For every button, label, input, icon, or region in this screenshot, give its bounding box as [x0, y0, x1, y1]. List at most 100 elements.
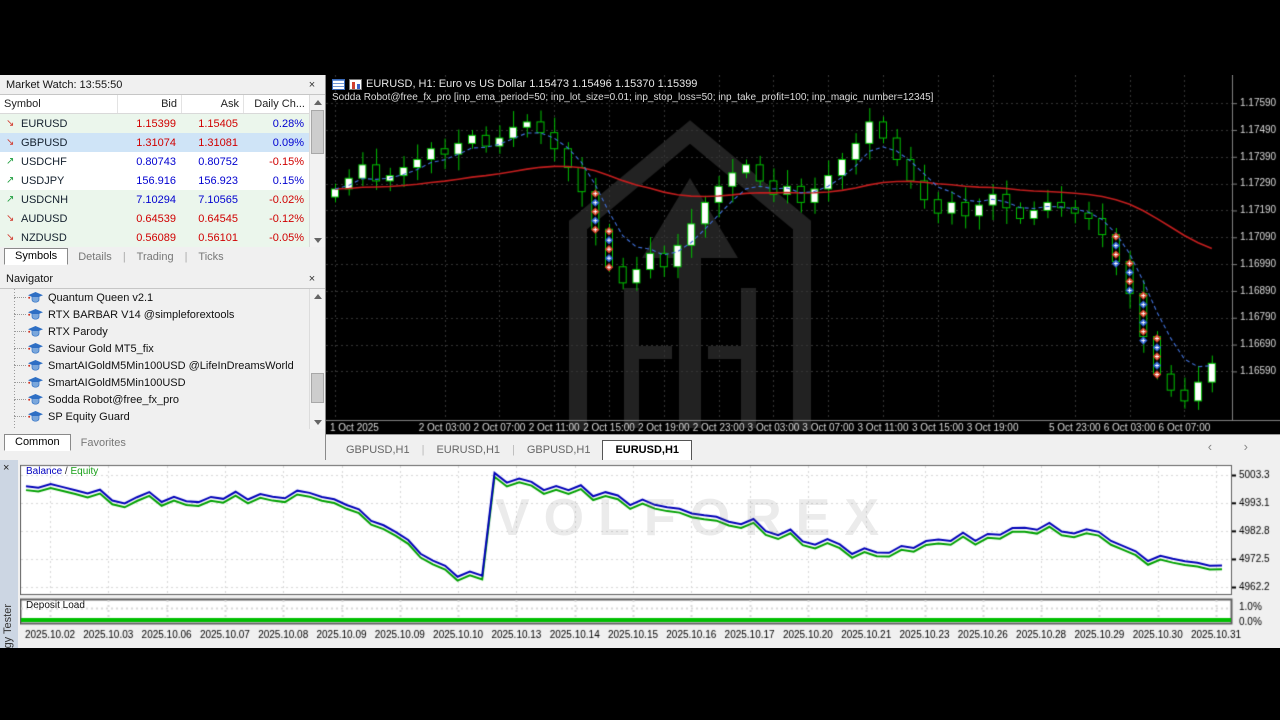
expert-advisor-status: Sodda Robot@free_fx_pro [inp_ema_period=…: [332, 92, 933, 103]
scroll-up-icon[interactable]: [310, 95, 326, 109]
tab-favorites[interactable]: Favorites: [71, 436, 136, 451]
ask-value: 0.80752: [182, 156, 244, 168]
navigator-close-icon[interactable]: ×: [305, 273, 319, 285]
navigator-expert-item[interactable]: SmartAIGoldM5Min100USD @LifeInDreamsWorl…: [0, 357, 325, 374]
market-watch-scrollbar[interactable]: [309, 95, 325, 247]
chart-header: EURUSD, H1: Euro vs US Dollar 1.15473 1.…: [332, 78, 697, 90]
expert-advisor-label: SmartAIGoldM5Min100USD @LifeInDreamsWorl…: [48, 360, 294, 372]
expert-advisor-icon: [28, 292, 43, 304]
navigator-expert-item[interactable]: Quantum Queen v2.1: [0, 289, 325, 306]
tab-ticks[interactable]: Ticks: [188, 250, 233, 265]
scrollbar-thumb[interactable]: [311, 373, 324, 403]
price-chart-canvas[interactable]: [326, 75, 1280, 434]
tree-branch-line: [14, 382, 26, 383]
tree-branch-line: [14, 399, 26, 400]
table-row[interactable]: ↘EURUSD 1.15399 1.15405 0.28%: [0, 114, 325, 133]
scroll-down-icon[interactable]: [310, 415, 325, 429]
table-row[interactable]: ↗USDCHF 0.80743 0.80752 -0.15%: [0, 152, 325, 171]
tab-trading[interactable]: Trading: [127, 250, 184, 265]
navigator-expert-item[interactable]: Sodda Robot@free_fx_pro: [0, 391, 325, 408]
mt5-window: Market Watch: 13:55:50 × Symbol Bid Ask …: [0, 0, 1280, 720]
navigator-expert-item[interactable]: RTX Parody: [0, 323, 325, 340]
scrollbar-thumb[interactable]: [311, 110, 324, 154]
bid-value: 0.56089: [118, 232, 182, 244]
navigator-expert-item[interactable]: RTX BARBAR V14 @simpleforextools: [0, 306, 325, 323]
chart-tab-gbpusd-1[interactable]: GBPUSD,H1: [334, 441, 422, 460]
bid-value: 1.15399: [118, 118, 182, 130]
bid-value: 0.80743: [118, 156, 182, 168]
daily-change-value: -0.12%: [244, 213, 310, 225]
navigator-expert-item[interactable]: SP Equity Guard: [0, 408, 325, 425]
expert-advisor-label: SmartAIGoldM5Min100USD: [48, 377, 186, 389]
ask-value: 7.10565: [182, 194, 244, 206]
column-header-symbol[interactable]: Symbol: [0, 95, 118, 113]
expert-advisor-icon: [28, 309, 43, 321]
market-watch-tabs: Symbols Details | Trading | Ticks: [0, 247, 325, 265]
bid-value: 0.64539: [118, 213, 182, 225]
column-header-daily-change[interactable]: Daily Ch...: [244, 95, 310, 113]
trend-down-icon: ↘: [6, 232, 16, 243]
market-watch-titlebar: Market Watch: 13:55:50 ×: [0, 75, 325, 95]
ask-value: 156.923: [182, 175, 244, 187]
letterbox-bottom: [0, 648, 1280, 720]
legend-balance: Balance: [26, 466, 62, 477]
symbol-label: GBPUSD: [21, 137, 67, 149]
left-panel-column: Market Watch: 13:55:50 × Symbol Bid Ask …: [0, 75, 326, 460]
strategy-tester-panel: × Strategy Tester Balance / Equity Depos…: [0, 460, 1280, 648]
scroll-up-icon[interactable]: [310, 289, 325, 303]
strategy-tester-side-tab[interactable]: × Strategy Tester: [0, 460, 18, 648]
tester-close-icon[interactable]: ×: [3, 462, 9, 474]
symbol-label: NZDUSD: [21, 232, 67, 244]
symbol-label: USDJPY: [21, 175, 64, 187]
column-header-ask[interactable]: Ask: [182, 95, 244, 113]
broker-watermark: VOLFOREX: [495, 488, 893, 548]
table-row[interactable]: ↘AUDUSD 0.64539 0.64545 -0.12%: [0, 209, 325, 228]
chart-tab-eurusd-2-active[interactable]: EURUSD,H1: [602, 440, 692, 460]
deposit-load-label: Deposit Load: [26, 600, 85, 611]
navigator-expert-item[interactable]: SmartAIGoldM5Min100USD: [0, 374, 325, 391]
expert-advisor-icon: [28, 326, 43, 338]
legend-equity: Equity: [70, 466, 98, 477]
trend-down-icon: ↘: [6, 137, 16, 148]
expert-advisor-label: RTX Parody: [48, 326, 108, 338]
market-watch-table: Symbol Bid Ask Daily Ch... ↘ EURUSD 1.153…: [0, 95, 325, 247]
symbol-label: EURUSD: [21, 118, 67, 130]
ask-value: 0.64545: [182, 213, 244, 225]
table-row[interactable]: ↗USDCNH 7.10294 7.10565 -0.02%: [0, 190, 325, 209]
tab-scroll-arrows-icon[interactable]: ‹ ›: [1208, 439, 1262, 454]
navigator-tree: Quantum Queen v2.1 RTX BARBAR V14 @simpl…: [0, 289, 325, 429]
tab-common[interactable]: Common: [4, 434, 71, 451]
scroll-down-icon[interactable]: [310, 233, 326, 247]
table-row[interactable]: ↘GBPUSD 1.31074 1.31081 0.09%: [0, 133, 325, 152]
trend-up-icon: ↗: [6, 156, 16, 167]
column-header-bid[interactable]: Bid: [118, 95, 182, 113]
navigator-scrollbar[interactable]: [309, 289, 325, 429]
expert-advisor-label: SP Equity Guard: [48, 411, 130, 423]
navigator-titlebar: Navigator ×: [0, 269, 325, 289]
symbol-label: USDCNH: [21, 194, 68, 206]
tree-branch-line: [14, 348, 26, 349]
expert-advisor-label: Sodda Robot@free_fx_pro: [48, 394, 179, 406]
price-chart-window: EURUSD, H1: Euro vs US Dollar 1.15473 1.…: [326, 75, 1280, 434]
bid-value: 7.10294: [118, 194, 182, 206]
table-row[interactable]: ↘NZDUSD 0.56089 0.56101 -0.05%: [0, 228, 325, 247]
tab-symbols[interactable]: Symbols: [4, 248, 68, 265]
tab-details[interactable]: Details: [68, 250, 122, 265]
tree-branch-line: [14, 416, 26, 417]
daily-change-value: 0.28%: [244, 118, 310, 130]
trend-down-icon: ↘: [6, 118, 16, 129]
expert-advisor-icon: [28, 394, 43, 406]
market-watch-header-row: Symbol Bid Ask Daily Ch...: [0, 95, 325, 114]
navigator-expert-item[interactable]: Saviour Gold MT5_fix: [0, 340, 325, 357]
chart-tab-eurusd-1[interactable]: EURUSD,H1: [424, 441, 512, 460]
expert-advisor-icon: [28, 360, 43, 372]
ask-value: 1.31081: [182, 137, 244, 149]
symbol-label: USDCHF: [21, 156, 67, 168]
market-watch-close-icon[interactable]: ×: [305, 79, 319, 91]
chart-tab-gbpusd-2[interactable]: GBPUSD,H1: [515, 441, 603, 460]
table-row[interactable]: ↗USDJPY 156.916 156.923 0.15%: [0, 171, 325, 190]
trend-up-icon: ↗: [6, 175, 16, 186]
expert-advisor-icon: [28, 377, 43, 389]
tree-guide-line: [14, 289, 15, 429]
chart-tab-bar: GBPUSD,H1 | EURUSD,H1 | GBPUSD,H1 EURUSD…: [326, 434, 1280, 460]
